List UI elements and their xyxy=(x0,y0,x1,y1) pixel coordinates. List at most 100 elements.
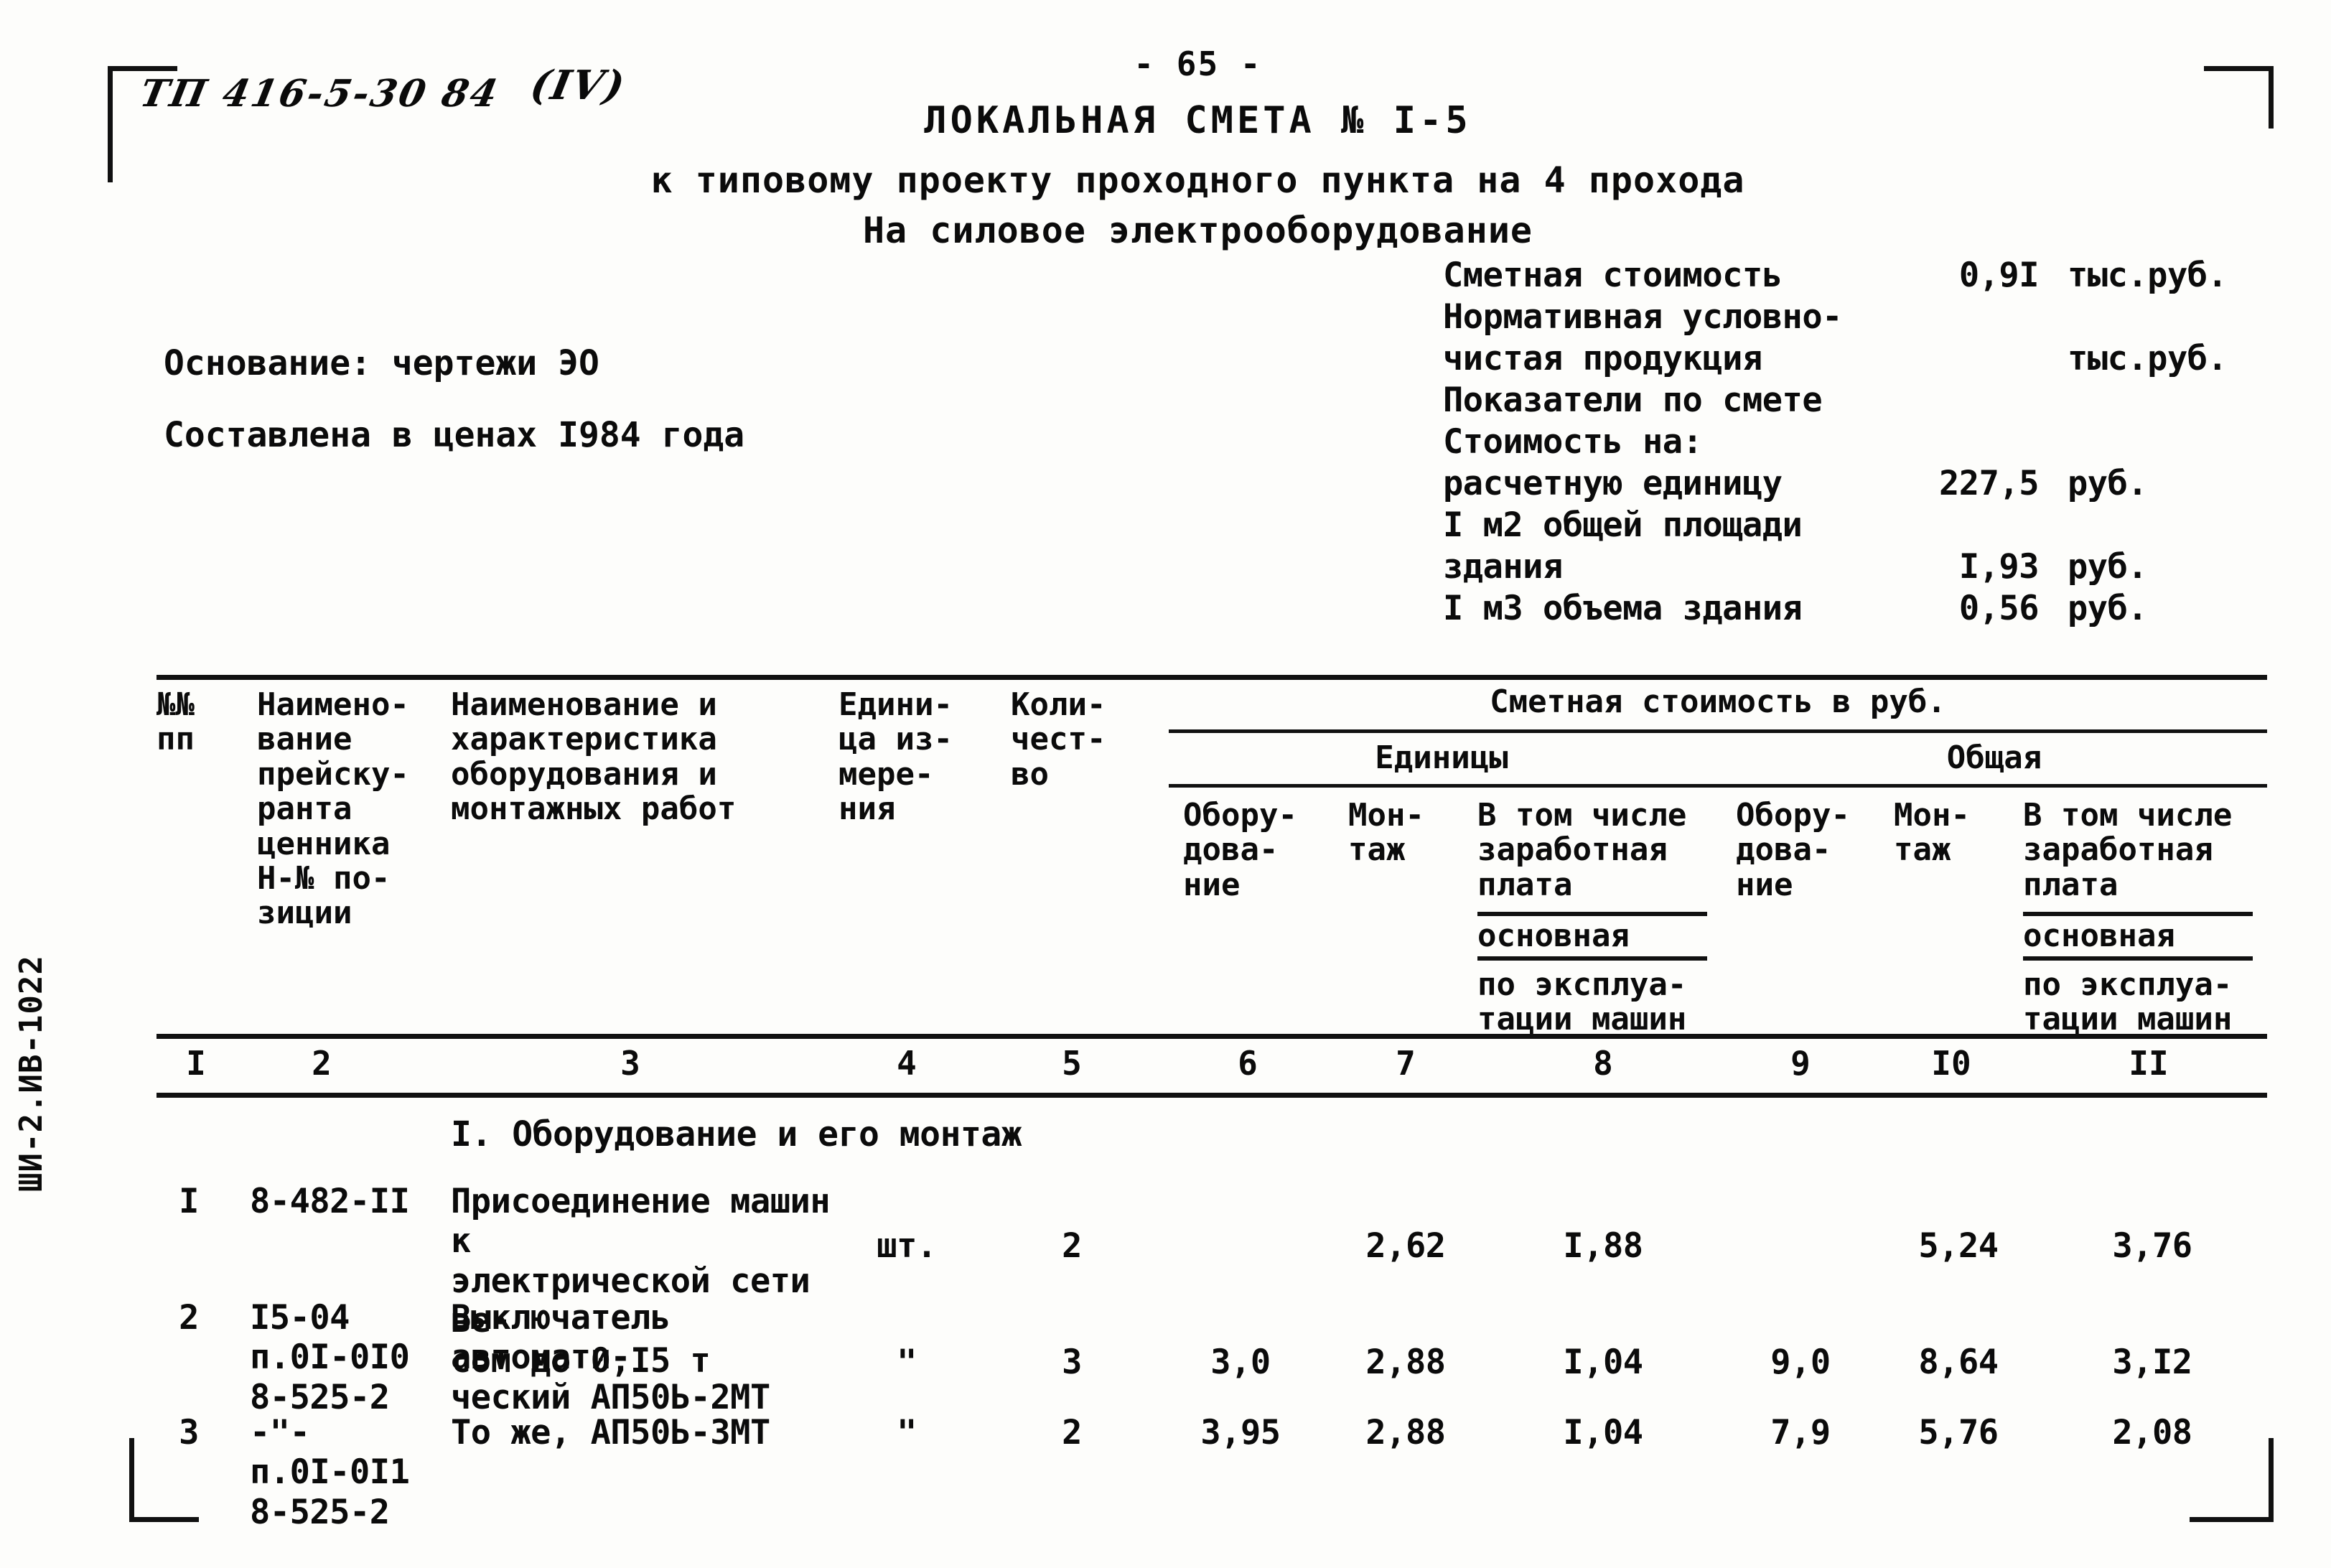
row-2-unit-assembly: 2,88 xyxy=(1365,1343,1446,1382)
row-2-price-ref: I5-04 п.0I-0I0 8-525-2 xyxy=(250,1298,410,1417)
row-2-total-equipment: 9,0 xyxy=(1770,1343,1831,1382)
header-col-9: Обору- дова- ние xyxy=(1736,797,1850,903)
header-col-11-machines: по эксплуа- тации машин xyxy=(2023,966,2233,1038)
row-3-unit-wages: I,04 xyxy=(1563,1413,1643,1452)
summary-value: 227,5 xyxy=(1939,464,2039,503)
header-col-3: Наименование и характеристика оборудован… xyxy=(451,686,737,828)
summary-label: Сметная стоимость xyxy=(1443,256,1783,295)
column-number-7: 7 xyxy=(1396,1044,1416,1083)
row-3-unit-equipment: 3,95 xyxy=(1200,1413,1281,1452)
summary-value: 0,9I xyxy=(1958,256,2040,295)
row-2-total-wages: 3,I2 xyxy=(2112,1343,2192,1382)
row-2-no: 2 xyxy=(179,1298,199,1338)
summary-unit: руб. xyxy=(2068,589,2148,628)
row-3-total-equipment: 7,9 xyxy=(1770,1413,1831,1452)
column-number-11: II xyxy=(2129,1044,2169,1083)
row-3-total-wages: 2,08 xyxy=(2112,1413,2192,1452)
column-number-2: 2 xyxy=(312,1044,332,1083)
row-3-unit: " xyxy=(897,1413,917,1452)
summary-label: Показатели по смете xyxy=(1443,381,1823,420)
header-col-5: Коли- чест- во xyxy=(1011,686,1106,793)
summary-row: Сметная стоимость 0,9I тыс.руб. xyxy=(1443,256,2247,299)
header-col-8-basic: основная xyxy=(1477,918,1630,954)
header-group-unit: Единицы xyxy=(1375,739,1508,776)
summary-row: I м2 общей площади xyxy=(1443,506,2247,549)
summary-label: Нормативная условно- xyxy=(1443,297,1842,337)
header-col-8-wages: В том числе заработная плата xyxy=(1477,797,1687,903)
summary-label: Стоимость на: xyxy=(1443,422,1703,462)
row-2-qty: 3 xyxy=(1062,1343,1082,1382)
rule-under-spanning-header xyxy=(1169,729,2267,733)
rule-under-col8-osnovnaya xyxy=(1477,956,1707,961)
document-subtitle-project: к типовому проекту проходного пункта на … xyxy=(650,159,1745,201)
header-group-total: Общая xyxy=(1946,739,2042,776)
summary-unit: руб. xyxy=(2068,547,2148,587)
row-2-unit: " xyxy=(897,1343,917,1382)
row-3-unit-assembly: 2,88 xyxy=(1365,1413,1446,1452)
summary-row: здания I,93 руб. xyxy=(1443,547,2247,590)
column-number-3: 3 xyxy=(620,1044,640,1083)
column-number-1: I xyxy=(186,1044,206,1083)
summary-unit: тыс.руб. xyxy=(2068,256,2228,295)
table-top-rule xyxy=(157,675,2267,680)
column-number-5: 5 xyxy=(1062,1044,1082,1083)
header-col-2: Наимено- вание прейску- ранта ценника Н-… xyxy=(257,686,409,932)
rule-under-column-numbers xyxy=(157,1093,2267,1098)
section-title-equipment: I. Оборудование и его монтаж xyxy=(451,1114,1022,1154)
column-number-4: 4 xyxy=(897,1044,917,1083)
header-col-6: Обору- дова- ние xyxy=(1183,797,1297,903)
rule-under-col11-osnovnaya xyxy=(2023,956,2253,961)
summary-row: расчетную единицу 227,5 руб. xyxy=(1443,465,2247,507)
summary-label: расчетную единицу xyxy=(1443,464,1783,503)
column-number-10: I0 xyxy=(1931,1044,1971,1083)
header-smetnaya-stoimost: Сметная стоимость в руб. xyxy=(1490,683,1946,720)
row-3-price-ref: -"- п.0I-0I1 8-525-2 xyxy=(250,1413,410,1532)
row-1-total-assembly: 5,24 xyxy=(1918,1226,1999,1266)
row-1-unit: шт. xyxy=(877,1226,937,1266)
header-col-1: №№ пп xyxy=(157,686,195,758)
header-col-11-wages: В том числе заработная плата xyxy=(2023,797,2233,903)
summary-label: I м3 объема здания xyxy=(1443,589,1803,628)
column-number-6: 6 xyxy=(1238,1044,1258,1083)
row-3-qty: 2 xyxy=(1062,1413,1082,1452)
summary-value: I,93 xyxy=(1958,547,2040,587)
summary-block: Сметная стоимость 0,9I тыс.руб. Норматив… xyxy=(1443,256,2247,632)
row-2-description: Выключатель автомати- ческий АП50Ь-2МТ xyxy=(451,1298,770,1417)
row-3-description: То же, АП50Ь-3МТ xyxy=(451,1413,770,1452)
document-page: ТП 416-5-30 84 (IV) ШИ-2.ИВ-1022 - 65 - … xyxy=(0,0,2331,1568)
rule-under-col8-plata xyxy=(1477,912,1707,916)
summary-row: Стоимость на: xyxy=(1443,422,2247,465)
row-1-total-wages: 3,76 xyxy=(2112,1226,2192,1266)
summary-label: чистая продукция xyxy=(1443,339,1762,378)
row-2-total-assembly: 8,64 xyxy=(1918,1343,1999,1382)
summary-value: 0,56 xyxy=(1958,589,2040,628)
row-2-unit-wages: I,04 xyxy=(1563,1343,1643,1382)
rule-above-column-numbers xyxy=(157,1034,2267,1039)
header-col-4: Едини- ца из- мере- ния xyxy=(838,686,953,828)
summary-label: здания xyxy=(1443,547,1563,587)
document-title: ЛОКАЛЬНАЯ СМЕТА № I-5 xyxy=(924,99,1472,142)
price-level-line: Составлена в ценах I984 года xyxy=(164,415,745,455)
header-col-8-machines: по эксплуа- тации машин xyxy=(1477,966,1687,1038)
rule-under-col11-plata xyxy=(2023,912,2253,916)
row-3-no: 3 xyxy=(179,1413,199,1452)
summary-row: чистая продукция тыс.руб. xyxy=(1443,340,2247,382)
header-col-7: Мон- таж xyxy=(1348,797,1424,869)
column-number-9: 9 xyxy=(1790,1044,1811,1083)
summary-row: Показатели по смете xyxy=(1443,381,2247,424)
document-subtitle-scope: На силовое электрооборудование xyxy=(862,210,1533,251)
row-2-unit-equipment: 3,0 xyxy=(1210,1343,1271,1382)
row-3-total-assembly: 5,76 xyxy=(1918,1413,1999,1452)
row-1-unit-wages: I,88 xyxy=(1563,1226,1643,1266)
header-col-11-basic: основная xyxy=(2023,918,2175,954)
summary-unit: тыс.руб. xyxy=(2068,339,2228,378)
header-col-10: Мон- таж xyxy=(1894,797,1970,869)
summary-row: I м3 объема здания 0,56 руб. xyxy=(1443,589,2247,632)
rule-under-group-labels xyxy=(1169,784,2267,788)
row-1-price-ref: 8-482-II xyxy=(250,1182,410,1221)
summary-unit: руб. xyxy=(2068,464,2148,503)
basis-line: Основание: чертежи ЭО xyxy=(164,343,599,383)
summary-row: Нормативная условно- xyxy=(1443,297,2247,340)
page-number: - 65 - xyxy=(1134,45,1262,83)
row-1-qty: 2 xyxy=(1062,1226,1082,1266)
